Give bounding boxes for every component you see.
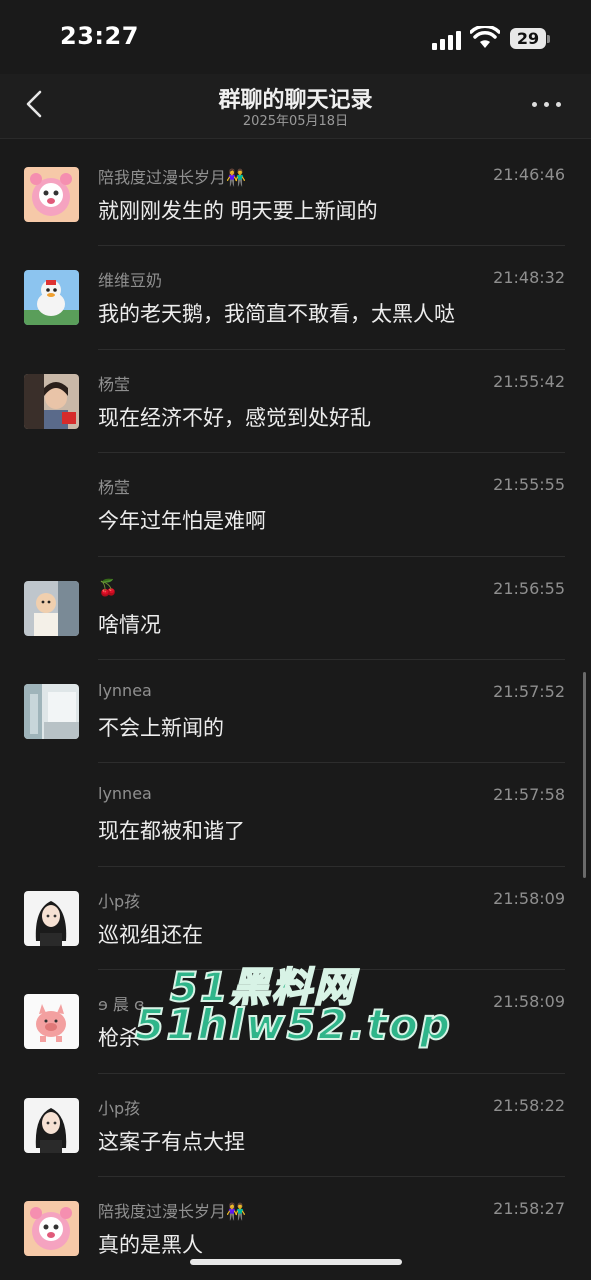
- message-text: 真的是黑人: [98, 1232, 203, 1257]
- home-indicator[interactable]: [190, 1259, 402, 1265]
- avatar[interactable]: [24, 1200, 79, 1256]
- message-time: 21:46:46: [493, 165, 565, 184]
- cellular-signal-icon: [432, 30, 464, 50]
- sender-name: lynnea: [98, 784, 152, 804]
- list-item[interactable]: lynnea 21:57:58 现在都被和谐了: [0, 763, 591, 867]
- battery-tip: [547, 35, 550, 43]
- avatar[interactable]: [24, 580, 79, 636]
- sender-name: 杨莹: [98, 374, 131, 394]
- message-text: 就刚刚发生的 明天要上新闻的: [98, 199, 378, 223]
- page-date: 2025年05月18日: [242, 114, 349, 129]
- status-time: 23:27: [60, 22, 139, 50]
- avatar[interactable]: [24, 683, 79, 739]
- status-bar: 23:27 29: [0, 0, 591, 74]
- message-text: 不会上新闻的: [98, 715, 224, 740]
- sender-name: 维维豆奶: [98, 271, 163, 291]
- message-text: 今年过年怕是难啊: [98, 509, 266, 534]
- message-text: 巡视组还在: [98, 922, 203, 947]
- message-time: 21:57:52: [493, 681, 565, 701]
- message-time: 21:58:27: [493, 1198, 565, 1218]
- message-time: 21:58:09: [493, 888, 565, 908]
- list-item[interactable]: 杨莹 21:55:42 现在经济不好，感觉到处好乱: [0, 350, 591, 454]
- message-text: 这案子有点大捏: [98, 1129, 245, 1154]
- chat-record-list: 陪我度过漫长岁月👫 21:46:46 就刚刚发生的 明天要上新闻的 维维豆奶 2…: [0, 143, 591, 1280]
- message-text: 我的老天鹅，我简直不敢看，太黑人哒: [98, 302, 455, 327]
- avatar[interactable]: [24, 270, 79, 326]
- list-item[interactable]: 维维豆奶 21:48:32 我的老天鹅，我简直不敢看，太黑人哒: [0, 246, 591, 350]
- message-time: 21:48:32: [493, 268, 565, 288]
- watermark-url: 51hlw52.top: [134, 999, 452, 1050]
- more-options-icon[interactable]: [530, 92, 564, 116]
- message-text: 枪杀: [98, 1026, 140, 1051]
- battery-icon: 29: [510, 28, 546, 49]
- scrollbar[interactable]: [583, 672, 586, 878]
- avatar[interactable]: [24, 373, 79, 429]
- sender-name: lynnea: [98, 680, 152, 700]
- sender-name: 小p孩: [98, 891, 141, 911]
- message-text: 啥情况: [98, 612, 161, 637]
- avatar[interactable]: [24, 994, 79, 1050]
- list-item[interactable]: lynnea 21:57:52 不会上新闻的: [0, 660, 591, 764]
- message-text: 现在经济不好，感觉到处好乱: [98, 405, 371, 430]
- avatar[interactable]: [24, 890, 79, 946]
- list-item[interactable]: 杨莹 21:55:55 今年过年怕是难啊: [0, 453, 591, 557]
- sender-name: 陪我度过漫长岁月👫: [98, 168, 246, 187]
- wifi-icon: [470, 26, 500, 48]
- message-time: 21:56:55: [493, 578, 565, 598]
- sender-name: 🍒: [98, 577, 118, 597]
- message-time: 21:55:55: [493, 475, 565, 495]
- list-item[interactable]: 小p孩 21:58:22 这案子有点大捏: [0, 1074, 591, 1177]
- avatar[interactable]: [24, 1097, 79, 1153]
- sender-name: 杨莹: [98, 478, 131, 498]
- avatar[interactable]: [24, 167, 79, 222]
- list-item[interactable]: 🍒 21:56:55 啥情况: [0, 557, 591, 660]
- message-text: 现在都被和谐了: [98, 819, 245, 844]
- sender-name: 陪我度过漫长岁月👫: [98, 1201, 246, 1221]
- message-time: 21:55:42: [493, 371, 565, 391]
- message-time: 21:58:22: [493, 1095, 565, 1115]
- nav-bar: 群聊的聊天记录 2025年05月18日: [0, 74, 591, 139]
- message-time: 21:58:09: [493, 992, 565, 1012]
- sender-name: 小p孩: [98, 1098, 141, 1118]
- message-time: 21:57:58: [493, 785, 565, 805]
- list-item[interactable]: 陪我度过漫长岁月👫 21:46:46 就刚刚发生的 明天要上新闻的: [0, 143, 591, 247]
